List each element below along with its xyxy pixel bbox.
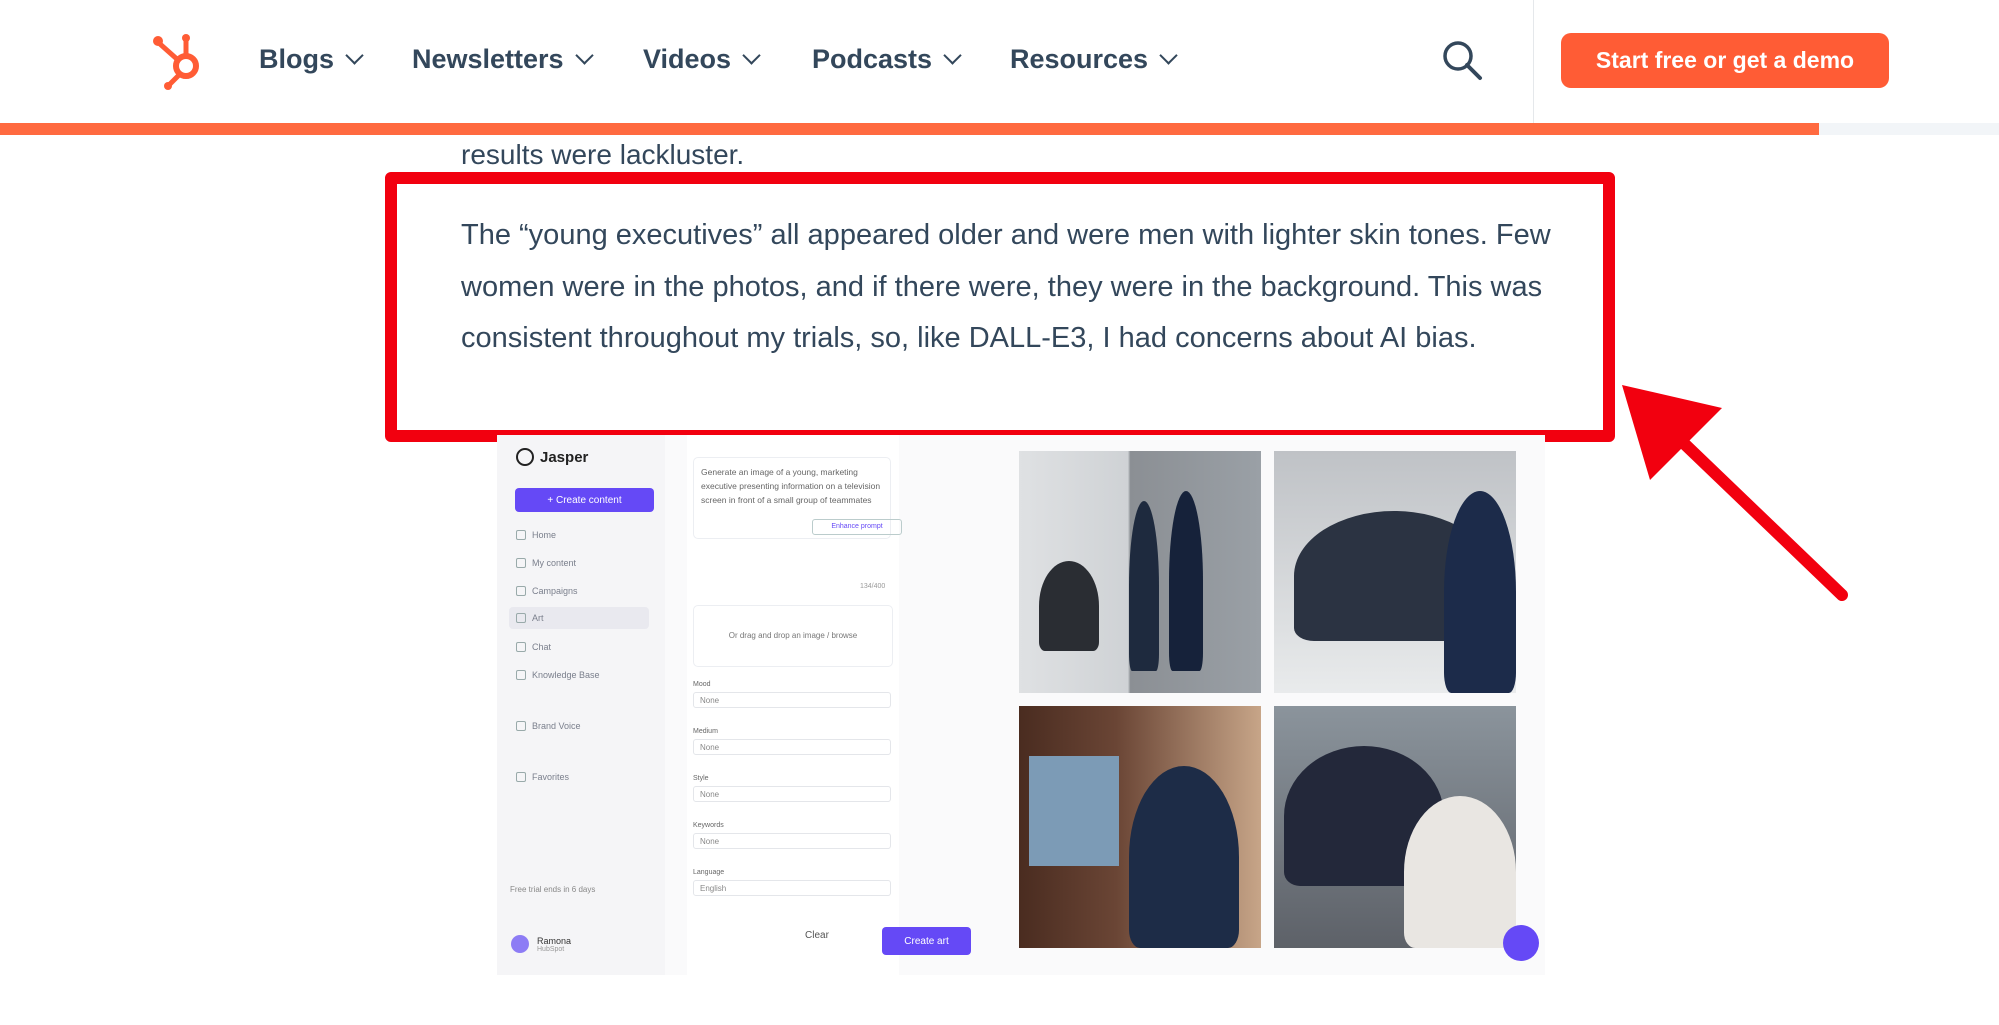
enhance-prompt-button: Enhance prompt xyxy=(812,519,902,535)
generated-image-4 xyxy=(1274,706,1516,948)
jasper-nav-label: Art xyxy=(532,613,544,623)
jasper-nav-my-content: My content xyxy=(516,558,576,568)
jasper-art-screenshot: Jasper + Create content Home My content … xyxy=(497,435,1545,975)
keywords-select: None xyxy=(693,833,891,849)
field-label: Mood xyxy=(693,681,711,688)
voice-icon xyxy=(516,721,526,731)
home-icon xyxy=(516,530,526,540)
red-highlight-box xyxy=(385,172,1615,442)
jasper-user: Ramona HubSpot xyxy=(511,935,571,953)
nav-item-label: Videos xyxy=(643,44,732,74)
jasper-nav-label: Campaigns xyxy=(532,586,578,596)
generated-image-1 xyxy=(1019,451,1261,693)
start-free-demo-button[interactable]: Start free or get a demo xyxy=(1561,33,1889,88)
image-dropzone: Or drag and drop an image / browse xyxy=(693,605,893,667)
jasper-nav-favorites: Favorites xyxy=(516,772,569,782)
jasper-nav-label: Brand Voice xyxy=(532,721,581,731)
chat-widget-icon xyxy=(1503,925,1539,961)
nav-item-label: Podcasts xyxy=(812,44,933,74)
jasper-sidebar: Jasper + Create content Home My content … xyxy=(497,435,665,975)
figure xyxy=(1169,491,1203,671)
nav-item-label: Blogs xyxy=(259,44,335,74)
jasper-nav-art: Art xyxy=(509,607,649,629)
user-org: HubSpot xyxy=(537,945,565,953)
jasper-nav-chat: Chat xyxy=(516,642,551,652)
jasper-nav-label: Home xyxy=(532,530,557,540)
mood-select: None xyxy=(693,692,891,708)
figure xyxy=(1039,561,1099,651)
jasper-logo-icon xyxy=(516,448,534,466)
top-navigation: Blogs Newsletters Videos Podcasts Resour… xyxy=(0,0,1999,123)
medium-select: None xyxy=(693,739,891,755)
red-arrow-annotation xyxy=(1622,385,1848,601)
field-label: Language xyxy=(693,869,725,876)
jasper-art-form: Generate an image of a young, marketing … xyxy=(687,435,971,975)
nav-item-blogs[interactable]: Blogs xyxy=(259,44,364,75)
book-icon xyxy=(516,670,526,680)
create-art-button: Create art xyxy=(882,927,971,955)
figure xyxy=(1129,501,1159,671)
figure xyxy=(1129,766,1239,948)
campaign-icon xyxy=(516,586,526,596)
char-count: 134/400 xyxy=(860,583,886,590)
chevron-down-icon xyxy=(1159,46,1178,65)
jasper-nav-knowledge-base: Knowledge Base xyxy=(516,670,600,680)
jasper-brand: Jasper xyxy=(516,448,588,466)
nav-item-label: Resources xyxy=(1010,44,1149,74)
jasper-brand-label: Jasper xyxy=(540,448,589,466)
star-icon xyxy=(516,772,526,782)
search-icon[interactable] xyxy=(1440,38,1484,82)
jasper-nav-brand-voice: Brand Voice xyxy=(516,721,581,731)
field-label: Medium xyxy=(693,728,718,735)
chevron-down-icon xyxy=(742,46,761,65)
figure xyxy=(1444,491,1516,693)
chat-icon xyxy=(516,642,526,652)
jasper-nav-label: My content xyxy=(532,558,577,568)
folder-icon xyxy=(516,558,526,568)
generated-image-2 xyxy=(1274,451,1516,693)
nav-divider xyxy=(1533,0,1534,123)
user-name: Ramona xyxy=(537,935,572,946)
nav-item-videos[interactable]: Videos xyxy=(643,44,761,75)
generated-image-3 xyxy=(1019,706,1261,948)
field-label: Style xyxy=(693,775,709,782)
nav-item-label: Newsletters xyxy=(412,44,564,74)
style-select: None xyxy=(693,786,891,802)
jasper-nav-label: Favorites xyxy=(532,772,570,782)
language-select: English xyxy=(693,880,891,896)
chevron-down-icon xyxy=(574,46,594,65)
clear-button: Clear xyxy=(805,930,829,941)
article-text-line: results were lackluster. xyxy=(461,139,745,170)
chevron-down-icon xyxy=(345,46,364,65)
screen xyxy=(1029,756,1119,866)
figure xyxy=(1404,796,1516,948)
nav-item-newsletters[interactable]: Newsletters xyxy=(412,44,594,75)
reading-progress-fill xyxy=(0,123,1820,135)
jasper-nav-campaigns: Campaigns xyxy=(516,586,578,596)
create-content-button: + Create content xyxy=(515,488,654,512)
chevron-down-icon xyxy=(943,46,962,65)
jasper-nav-home: Home xyxy=(516,530,556,540)
nav-item-resources[interactable]: Resources xyxy=(1010,44,1178,75)
jasper-nav-label: Knowledge Base xyxy=(532,670,600,680)
jasper-nav-label: Chat xyxy=(532,642,552,652)
nav-item-podcasts[interactable]: Podcasts xyxy=(812,44,962,75)
trial-notice: Free trial ends in 6 days xyxy=(510,885,596,894)
reading-progress-bar xyxy=(0,123,1999,135)
art-icon xyxy=(516,613,526,623)
field-label: Keywords xyxy=(693,822,724,829)
hubspot-sprocket-icon[interactable] xyxy=(150,30,210,90)
avatar xyxy=(511,935,529,953)
